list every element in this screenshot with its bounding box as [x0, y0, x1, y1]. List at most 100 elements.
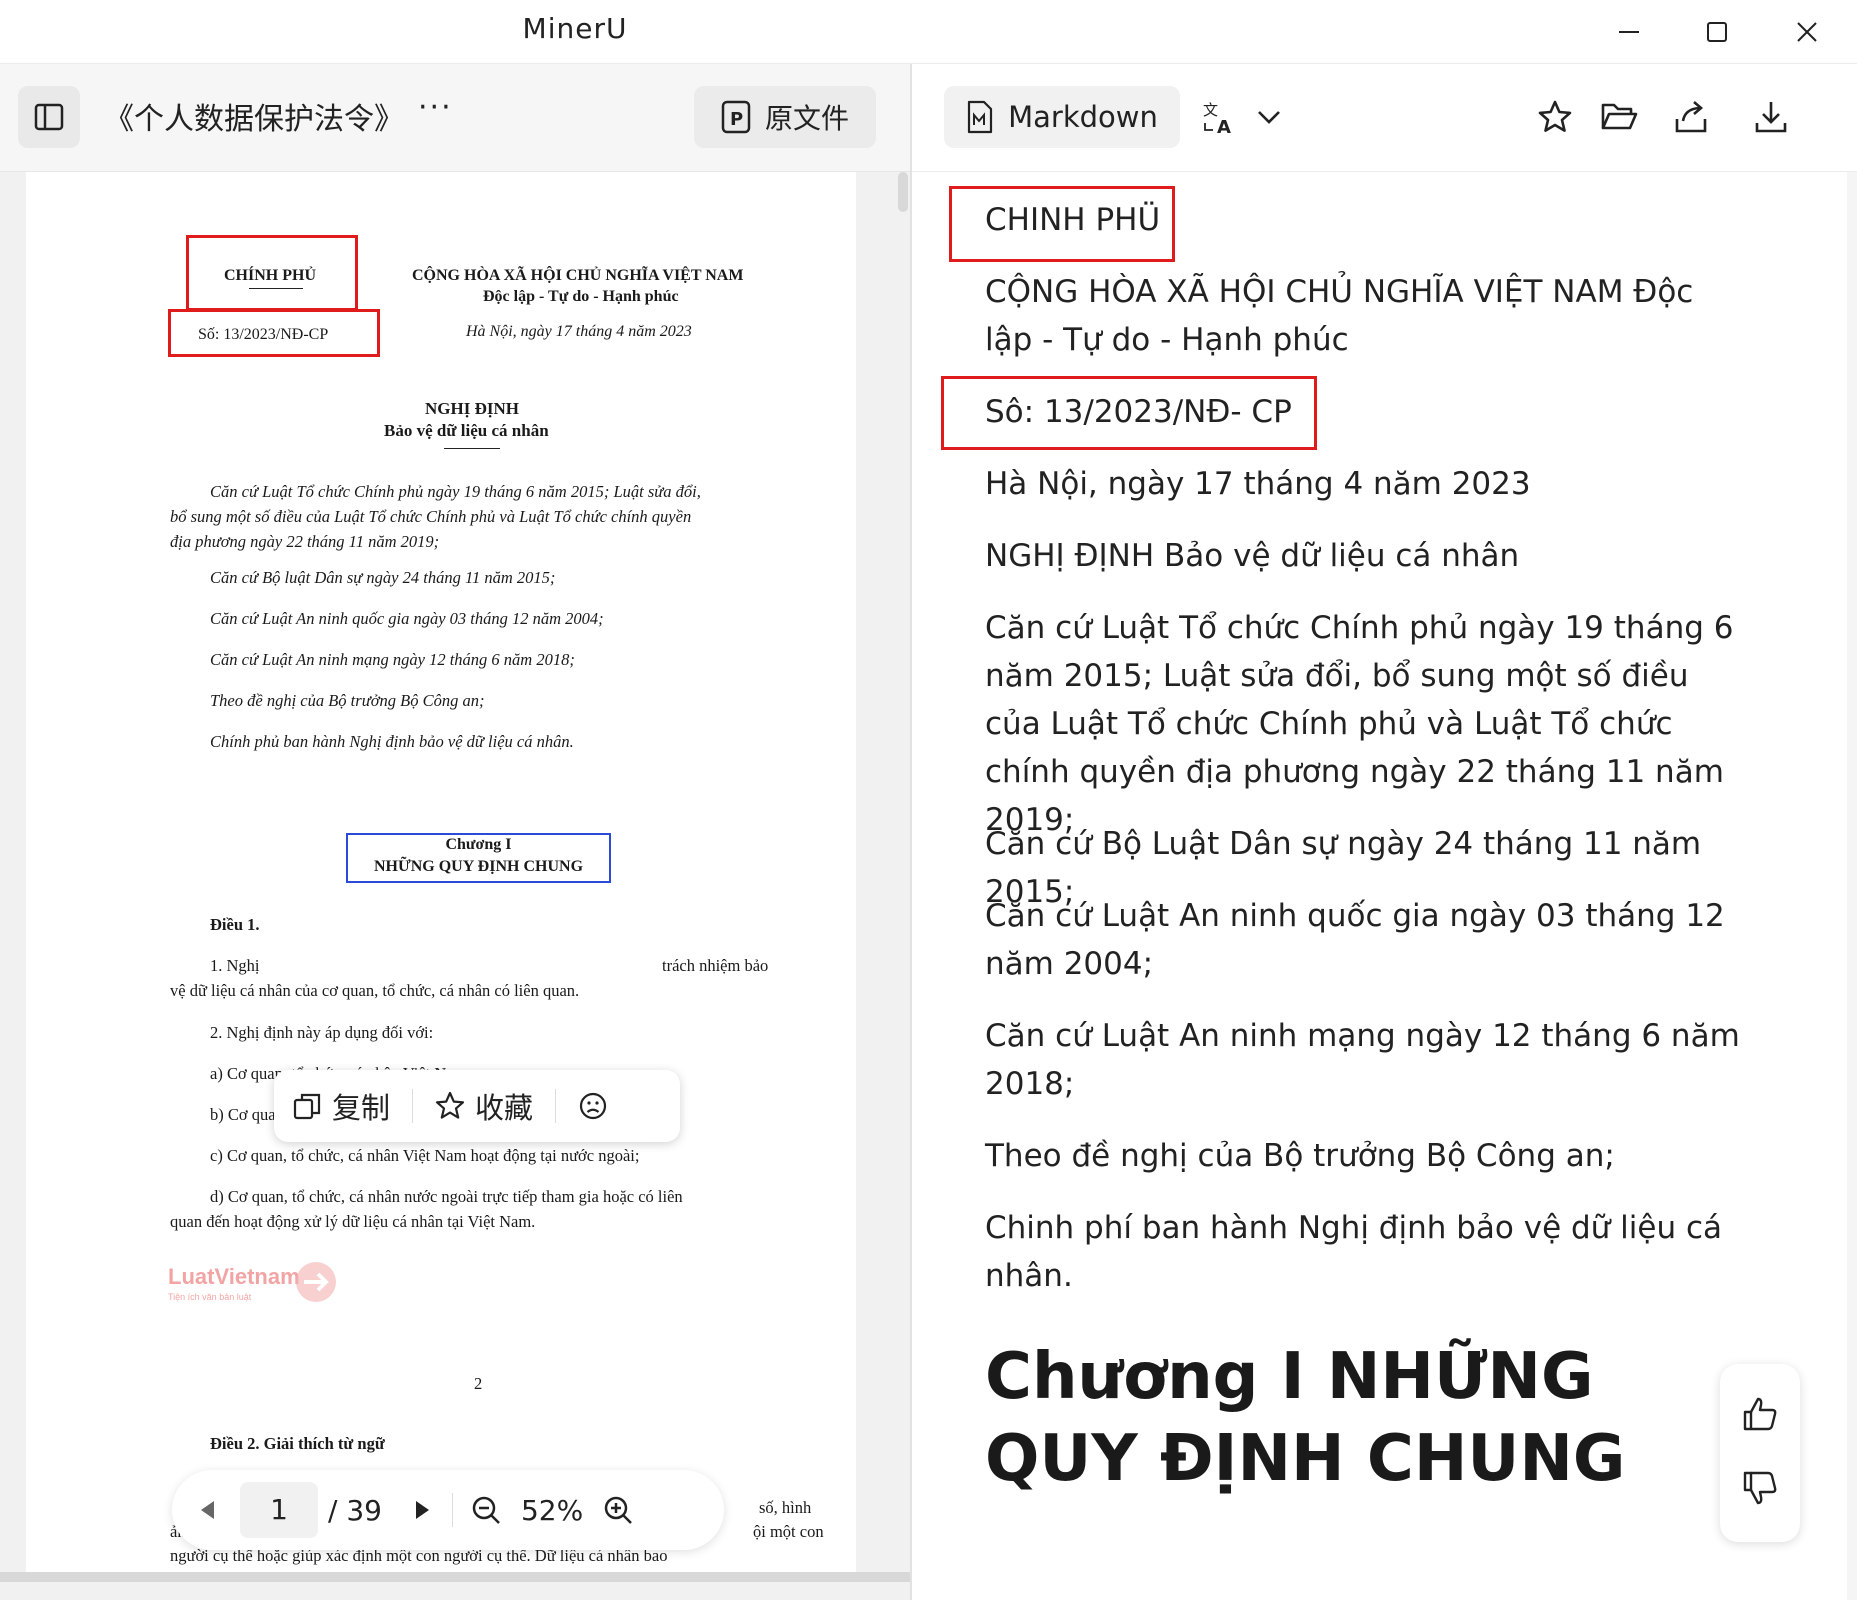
markdown-content[interactable]: CHINH PHÜ CỘNG HÒA XÃ HỘI CHỦ NGHĨA VIỆT…	[912, 172, 1857, 1600]
pdf-page: CHÍNH PHỦ CỘNG HÒA XÃ HỘI CHỦ NGHĨA VIỆT…	[26, 172, 856, 1572]
md-paragraph: Căn cứ Luật An ninh mạng ngày 12 tháng 6…	[985, 1018, 1740, 1102]
next-page-icon[interactable]	[410, 1498, 434, 1522]
pdf-article-text: trách nhiệm bảo	[662, 956, 769, 975]
pdf-basis-line: Theo đề nghị của Bộ trưởng Bộ Công an;	[210, 691, 485, 710]
pdf-republic-heading: CỘNG HÒA XÃ HỘI CHỦ NGHĨA VIỆT NAM	[412, 267, 744, 284]
pdf-horizontal-scrollbar[interactable]	[0, 1572, 910, 1582]
favorite-toolbar-button[interactable]	[1530, 92, 1580, 142]
pdf-preamble-line: Căn cứ Luật Tổ chức Chính phủ ngày 19 th…	[210, 482, 701, 501]
pdf-basis-line: Căn cứ Luật An ninh quốc gia ngày 03 thá…	[210, 609, 604, 628]
favorite-button[interactable]: 收藏	[435, 1085, 533, 1127]
share-icon	[1675, 101, 1707, 133]
open-folder-button[interactable]	[1594, 92, 1644, 142]
copy-label: 复制	[332, 1091, 391, 1125]
page-navigation: 1 / 39 52%	[172, 1470, 724, 1550]
pdf-vertical-scrollbar[interactable]	[898, 172, 908, 212]
markdown-pane: Markdown 文A CHINH PHÜ CỘNG HÒA XÃ HỘI CH…	[912, 64, 1857, 1600]
minimize-icon	[1619, 31, 1639, 33]
folder-open-icon	[1601, 103, 1638, 130]
popup-divider	[412, 1089, 414, 1123]
share-button[interactable]	[1666, 92, 1716, 142]
pdf-article-text: quan đến hoạt động xử lý dữ liệu cá nhân…	[170, 1212, 536, 1231]
download-button[interactable]	[1746, 92, 1796, 142]
watermark-tagline: Tiện ích văn bản luật	[168, 1292, 252, 1302]
pdf-motto: Độc lập - Tự do - Hạnh phúc	[483, 288, 679, 305]
minimize-button[interactable]	[1584, 0, 1674, 64]
pdf-article-text: 2. Nghị định này áp dụng đối với:	[210, 1023, 434, 1042]
svg-text:文: 文	[1203, 101, 1218, 119]
md-paragraph: Chinh phí ban hành Nghị định bảo vệ dữ l…	[985, 1210, 1723, 1294]
pdf-article-text: 1. Nghị	[210, 956, 260, 975]
title-bar: MinerU	[0, 0, 1857, 64]
markdown-view-button[interactable]: Markdown	[944, 86, 1180, 148]
markdown-label: Markdown	[1008, 100, 1158, 134]
pdf-article-text: d) Cơ quan, tổ chức, cá nhân nước ngoài …	[210, 1187, 683, 1206]
md-paragraph: NGHỊ ĐỊNH Bảo vệ dữ liệu cá nhân	[985, 538, 1520, 574]
maximize-icon	[1707, 22, 1727, 42]
pdf-viewer[interactable]: CHÍNH PHỦ CỘNG HÒA XÃ HỘI CHỦ NGHĨA VIỆT…	[0, 172, 910, 1600]
svg-text:A: A	[1217, 117, 1231, 135]
pdf-article-text: vệ dữ liệu cá nhân của cơ quan, tổ chức,…	[170, 981, 580, 1000]
ocr-highlight-number	[941, 376, 1317, 450]
svg-text:P: P	[730, 109, 743, 130]
zoom-in-icon[interactable]	[603, 1495, 633, 1525]
zoom-out-icon[interactable]	[471, 1495, 501, 1525]
source-file-button[interactable]: P 原文件	[694, 86, 876, 148]
favorite-label: 收藏	[475, 1091, 534, 1125]
pdf-article-heading: Điều 1.	[210, 915, 260, 934]
copy-icon	[293, 1093, 321, 1120]
pdf-article-text: c) Cơ quan, tổ chức, cá nhân Việt Nam ho…	[210, 1146, 640, 1165]
copy-button[interactable]: 复制	[292, 1085, 390, 1127]
pdf-date: Hà Nội, ngày 17 tháng 4 năm 2023	[466, 323, 692, 340]
chevron-down-icon	[1258, 111, 1280, 124]
translate-dropdown[interactable]: 文A	[1202, 88, 1312, 146]
pdf-preamble-line: địa phương ngày 22 tháng 11 năm 2019;	[170, 532, 440, 551]
markdown-toolbar: Markdown 文A	[912, 64, 1857, 172]
pdf-basis-line: Căn cứ Luật An ninh mạng ngày 12 tháng 6…	[210, 650, 575, 669]
pdf-article-text: số, hình	[759, 1498, 812, 1517]
page-number-input[interactable]: 1	[240, 1482, 318, 1538]
pdf-article-text: ội một con	[753, 1522, 824, 1541]
pdf-chapter: Chương I	[445, 836, 512, 853]
thumbs-down-icon[interactable]	[1740, 1468, 1780, 1508]
popup-divider	[555, 1089, 557, 1123]
pdf-pane: 《个人数据保护法令》 ··· P 原文件 CHÍNH PHỦ CỘNG HÒA …	[0, 64, 910, 1600]
pdf-rule	[444, 448, 500, 449]
pdf-basis-line: Chính phủ ban hành Nghị định bảo vệ dữ l…	[210, 732, 574, 751]
feedback-button[interactable]	[578, 1091, 608, 1121]
rating-widget	[1720, 1364, 1800, 1542]
sidebar-toggle-icon	[34, 103, 64, 131]
translate-icon: 文A	[1203, 101, 1231, 135]
pdf-page-number: 2	[474, 1374, 483, 1393]
prev-page-icon[interactable]	[196, 1498, 220, 1522]
ocr-highlight-gov	[949, 186, 1175, 262]
pdf-chapter-title: NHỮNG QUY ĐỊNH CHUNG	[373, 858, 584, 875]
pdf-decree-subtitle: Bảo vệ dữ liệu cá nhân	[384, 421, 549, 440]
markdown-vertical-scrollbar[interactable]	[1847, 172, 1857, 1600]
md-paragraph: Hà Nội, ngày 17 tháng 4 năm 2023	[985, 466, 1531, 502]
star-icon	[435, 1091, 465, 1119]
document-title-more[interactable]: ···	[418, 90, 453, 125]
pdf-article-heading: Điều 2. Giải thích từ ngữ	[210, 1434, 385, 1453]
watermark-logo: LuatVietnam	[168, 1264, 300, 1289]
close-button[interactable]	[1762, 0, 1852, 64]
app-title: MinerU	[522, 12, 628, 45]
download-icon	[1755, 102, 1787, 133]
md-paragraph: Căn cứ Luật Tổ chức Chính phủ ngày 19 th…	[985, 610, 1734, 838]
md-paragraph: Căn cứ Luật An ninh quốc gia ngày 03 thá…	[985, 898, 1725, 982]
close-icon	[1797, 22, 1817, 42]
ocr-highlight-gov	[186, 235, 358, 311]
pdf-basis-line: Căn cứ Bộ luật Dân sự ngày 24 tháng 11 n…	[210, 568, 556, 587]
pdf-toolbar: 《个人数据保护法令》 ··· P 原文件	[0, 64, 910, 172]
md-heading: Chương I NHỮNG QUY ĐỊNH CHUNG	[985, 1340, 1626, 1496]
maximize-button[interactable]	[1672, 0, 1762, 64]
md-paragraph: Theo đề nghị của Bộ trưởng Bộ Công an;	[985, 1138, 1615, 1174]
thumbs-up-icon[interactable]	[1740, 1394, 1780, 1434]
pdf-decree-title: NGHỊ ĐỊNH	[425, 399, 519, 418]
markdown-file-icon	[968, 100, 993, 134]
md-paragraph: CỘNG HÒA XÃ HỘI CHỦ NGHĨA VIỆT NAM Độc l…	[985, 274, 1694, 358]
selection-popup: 复制 收藏	[274, 1070, 680, 1142]
sidebar-toggle-button[interactable]	[18, 86, 80, 148]
star-icon	[1538, 100, 1572, 132]
pdf-file-icon: P	[721, 100, 751, 134]
